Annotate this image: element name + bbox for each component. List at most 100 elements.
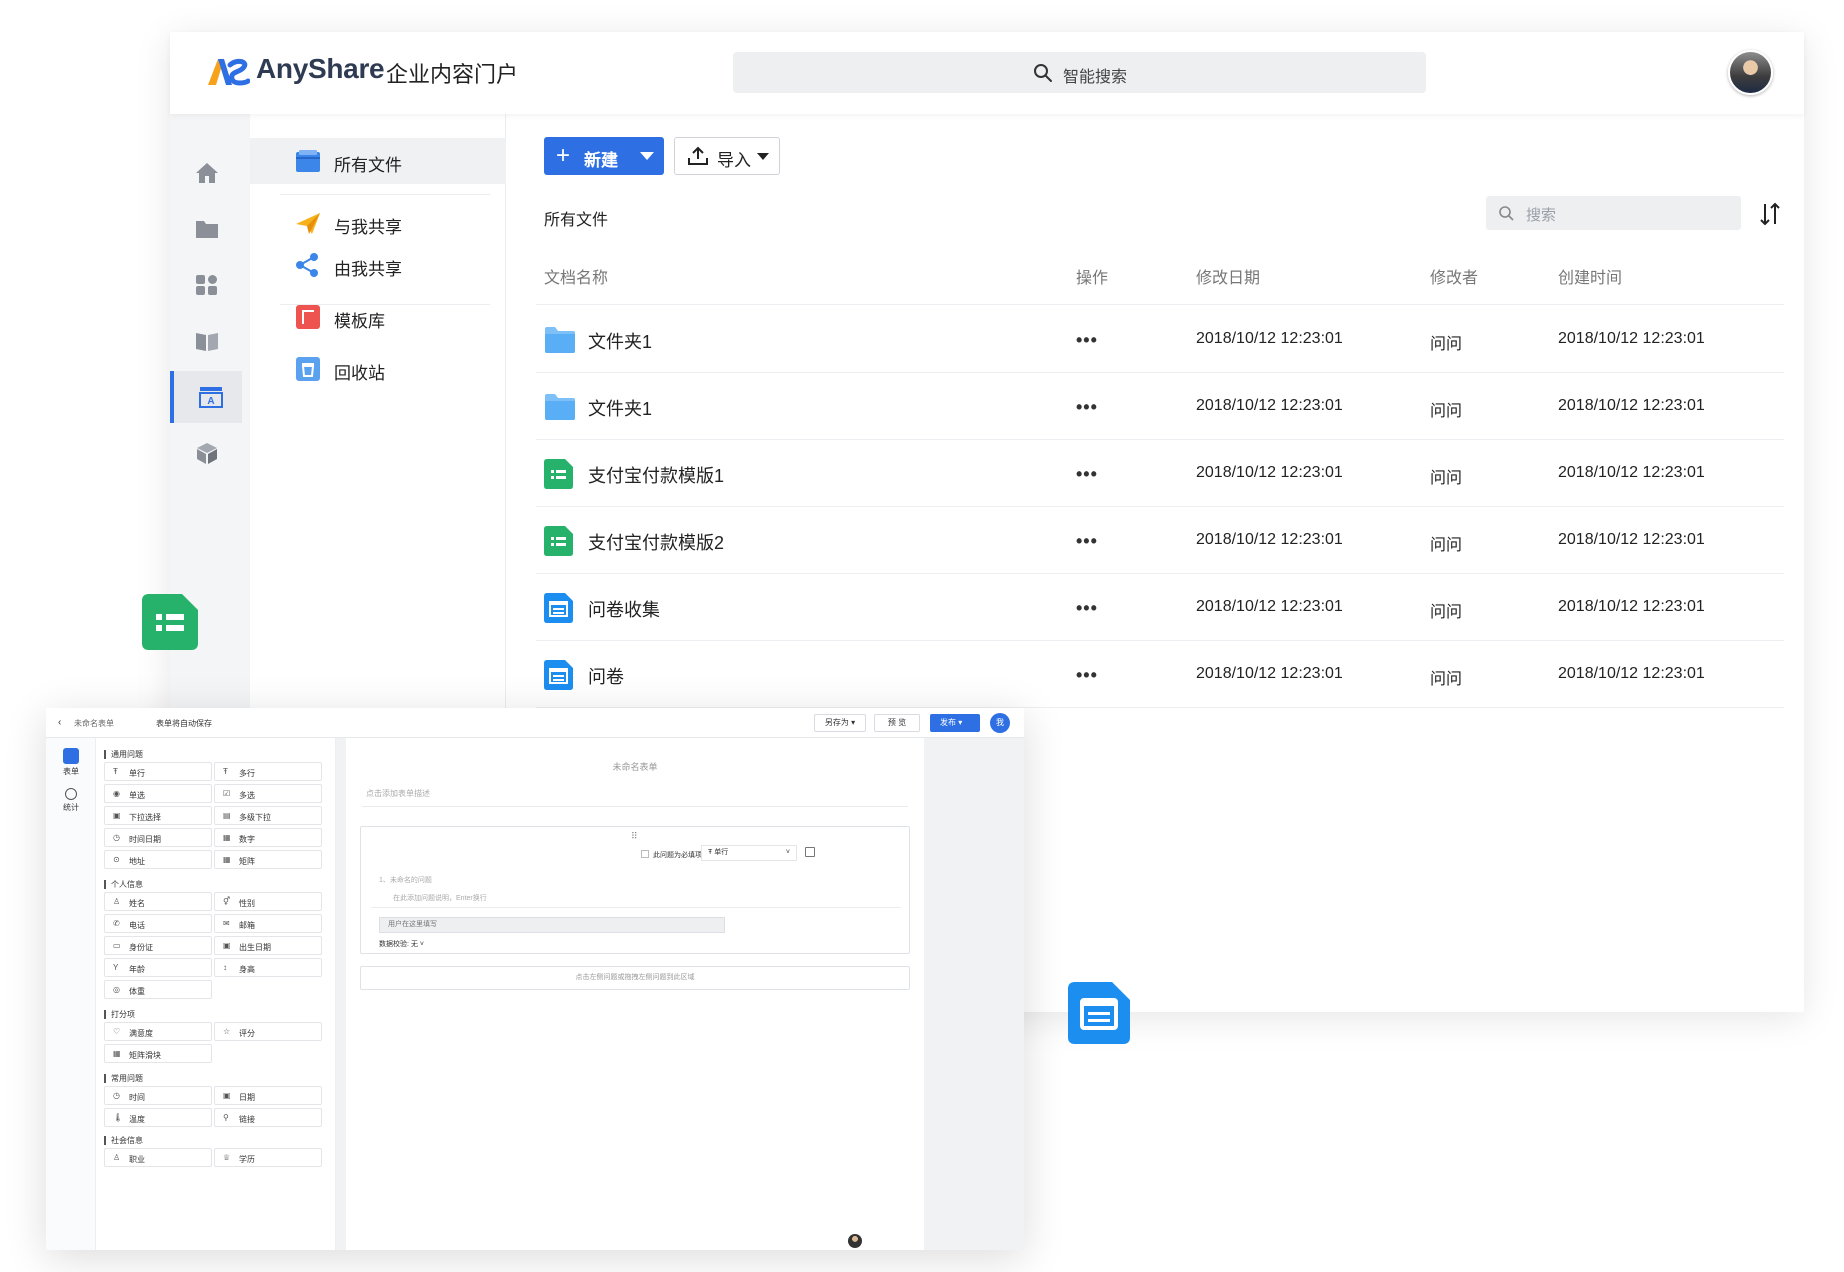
question-type-select[interactable]: Ŧ 单行 ˅ (701, 845, 797, 861)
palette-item[interactable]: ♕ 学历 (214, 1148, 322, 1167)
file-name[interactable]: 支付宝付款模版2 (588, 529, 724, 555)
sort-icon[interactable] (1756, 200, 1784, 228)
question-card[interactable]: ⠿ 此问题为必填项 Ŧ 单行 ˅ 1、未命名的问题 在此添加问题说明，Enter换… (360, 826, 910, 954)
required-checkbox[interactable]: 此问题为必填项 (641, 850, 702, 860)
nav-template-library[interactable]: 模板库 (250, 294, 506, 340)
question-type-icon: ☑ (223, 789, 231, 798)
back-icon[interactable]: ‹ (58, 717, 61, 728)
copy-icon[interactable] (805, 847, 815, 857)
rail-folder[interactable] (170, 203, 242, 255)
nav-label: 由我共享 (334, 260, 402, 279)
palette-item[interactable]: ◉ 单选 (104, 784, 212, 803)
preview-button[interactable]: 预 览 (874, 714, 920, 732)
table-row[interactable]: 文件夹1 ••• 2018/10/12 12:23:01 问问 2018/10/12 1… (536, 306, 1784, 373)
palette-item[interactable]: ▦ 矩阵滑块 (104, 1044, 212, 1063)
nav-shared-with-me[interactable]: 与我共享 (250, 200, 506, 246)
file-name[interactable]: 支付宝付款模版1 (588, 462, 724, 488)
table-row[interactable]: 问卷 ••• 2018/10/12 12:23:01 问问 2018/10/12 12:… (536, 641, 1784, 708)
palette-item[interactable]: ▦ 数字 (214, 828, 322, 847)
palette-item[interactable]: ♙ 姓名 (104, 892, 212, 911)
data-validation[interactable]: 数据校验: 无 ˅ (379, 939, 424, 949)
file-name[interactable]: 文件夹1 (588, 395, 652, 421)
global-search-input[interactable]: 智能搜索 (733, 52, 1426, 93)
file-name[interactable]: 问卷收集 (588, 596, 660, 622)
caret-down-icon (757, 153, 769, 160)
editor-tab-stats[interactable]: 统计 (52, 788, 90, 813)
nav-shared-by-me[interactable]: 由我共享 (250, 242, 506, 288)
palette-item[interactable]: ♡ 满意度 (104, 1022, 212, 1041)
file-name[interactable]: 问卷 (588, 663, 624, 689)
table-row[interactable]: 支付宝付款模版1 ••• 2018/10/12 12:23:01 问问 2018/10/… (536, 440, 1784, 507)
palette-item[interactable]: ▭ 身份证 (104, 936, 212, 955)
column-header-created[interactable]: 创建时间 (1558, 264, 1622, 288)
palette-item[interactable]: ⊙ 地址 (104, 850, 212, 869)
rail-forms[interactable]: A (170, 371, 242, 423)
table-row[interactable]: 支付宝付款模版2 ••• 2018/10/12 12:23:01 问问 2018/10/… (536, 507, 1784, 574)
new-button[interactable]: + 新建 (544, 137, 664, 175)
palette-item[interactable]: 🌡 温度 (104, 1108, 212, 1127)
more-actions-icon[interactable]: ••• (1076, 330, 1098, 351)
palette-item[interactable]: Ŧ 多行 (214, 762, 322, 781)
svg-text:A: A (207, 396, 214, 407)
palette-item[interactable]: ▦ 矩阵 (214, 850, 322, 869)
breadcrumb[interactable]: 所有文件 (544, 206, 608, 230)
palette-item[interactable]: ◎ 体重 (104, 980, 212, 999)
table-row[interactable]: 问卷收集 ••• 2018/10/12 12:23:01 问问 2018/10/12 1… (536, 574, 1784, 641)
palette-item[interactable]: ↕ 身高 (214, 958, 322, 977)
column-header-modifier[interactable]: 修改者 (1430, 264, 1478, 288)
rail-home[interactable] (170, 147, 242, 199)
more-actions-icon[interactable]: ••• (1076, 531, 1098, 552)
palette-item[interactable]: ▤ 多级下拉 (214, 806, 322, 825)
editor-tab-form[interactable]: 表单 (52, 748, 90, 777)
column-header-name[interactable]: 文档名称 (544, 264, 608, 288)
palette-item[interactable]: ◷ 时间 (104, 1086, 212, 1105)
palette-item[interactable]: ☑ 多选 (214, 784, 322, 803)
nav-recycle-bin[interactable]: 回收站 (250, 346, 506, 392)
save-as-button[interactable]: 另存为 ▾ (814, 714, 866, 732)
palette-item[interactable]: ✉ 邮箱 (214, 914, 322, 933)
rail-library[interactable] (170, 315, 242, 367)
rail-apps[interactable] (170, 259, 242, 311)
palette-item[interactable]: ▣ 出生日期 (214, 936, 322, 955)
user-avatar[interactable] (1728, 50, 1773, 95)
palette-item[interactable]: ☆ 评分 (214, 1022, 322, 1041)
palette-item-label: 性别 (239, 899, 255, 908)
table-row[interactable]: 文件夹1 ••• 2018/10/12 12:23:01 问问 2018/10/12 1… (536, 373, 1784, 440)
palette-section-title: 常用问题 (104, 1074, 143, 1083)
form-description[interactable]: 点击添加表单描述 (366, 788, 430, 799)
file-name[interactable]: 文件夹1 (588, 328, 652, 354)
checkbox-icon (641, 850, 649, 858)
palette-item[interactable]: Y 年龄 (104, 958, 212, 977)
more-actions-icon[interactable]: ••• (1076, 665, 1098, 686)
form-title[interactable]: 未命名表单 (346, 760, 924, 773)
modified-date: 2018/10/12 12:23:01 (1196, 330, 1343, 347)
question-title[interactable]: 1、未命名的问题 (379, 875, 432, 885)
collaborator-avatar[interactable] (848, 1234, 862, 1248)
nav-all-files[interactable]: 所有文件 (250, 138, 506, 184)
form-name[interactable]: 未命名表单 (74, 718, 114, 729)
palette-item[interactable]: ⚲ 链接 (214, 1108, 322, 1127)
palette-item[interactable]: Ŧ 单行 (104, 762, 212, 781)
more-actions-icon[interactable]: ••• (1076, 397, 1098, 418)
palette-item[interactable]: ◷ 时间日期 (104, 828, 212, 847)
drag-handle-icon[interactable]: ⠿ (631, 831, 638, 842)
publish-button[interactable]: 发布 ▾ (930, 714, 980, 732)
question-hint[interactable]: 在此添加问题说明，Enter换行 (393, 893, 487, 903)
column-header-modified[interactable]: 修改日期 (1196, 264, 1260, 288)
book-icon (196, 333, 218, 351)
palette-item[interactable]: ▣ 日期 (214, 1086, 322, 1105)
palette-item[interactable]: ⚥ 性别 (214, 892, 322, 911)
editor-avatar[interactable]: 我 (990, 713, 1010, 733)
more-actions-icon[interactable]: ••• (1076, 598, 1098, 619)
rail-cube[interactable] (170, 427, 242, 479)
question-dropzone[interactable]: 点击左侧问题或拖拽左侧问题到此区域 (360, 966, 910, 990)
import-button[interactable]: 导入 (674, 137, 780, 175)
more-actions-icon[interactable]: ••• (1076, 464, 1098, 485)
file-search-input[interactable]: 搜索 (1486, 196, 1741, 230)
palette-item-label: 日期 (239, 1093, 255, 1102)
apps-grid-icon (196, 275, 217, 295)
palette-item-label: 温度 (129, 1115, 145, 1124)
palette-item[interactable]: ▣ 下拉选择 (104, 806, 212, 825)
palette-item[interactable]: ♙ 职业 (104, 1148, 212, 1167)
palette-item[interactable]: ✆ 电话 (104, 914, 212, 933)
